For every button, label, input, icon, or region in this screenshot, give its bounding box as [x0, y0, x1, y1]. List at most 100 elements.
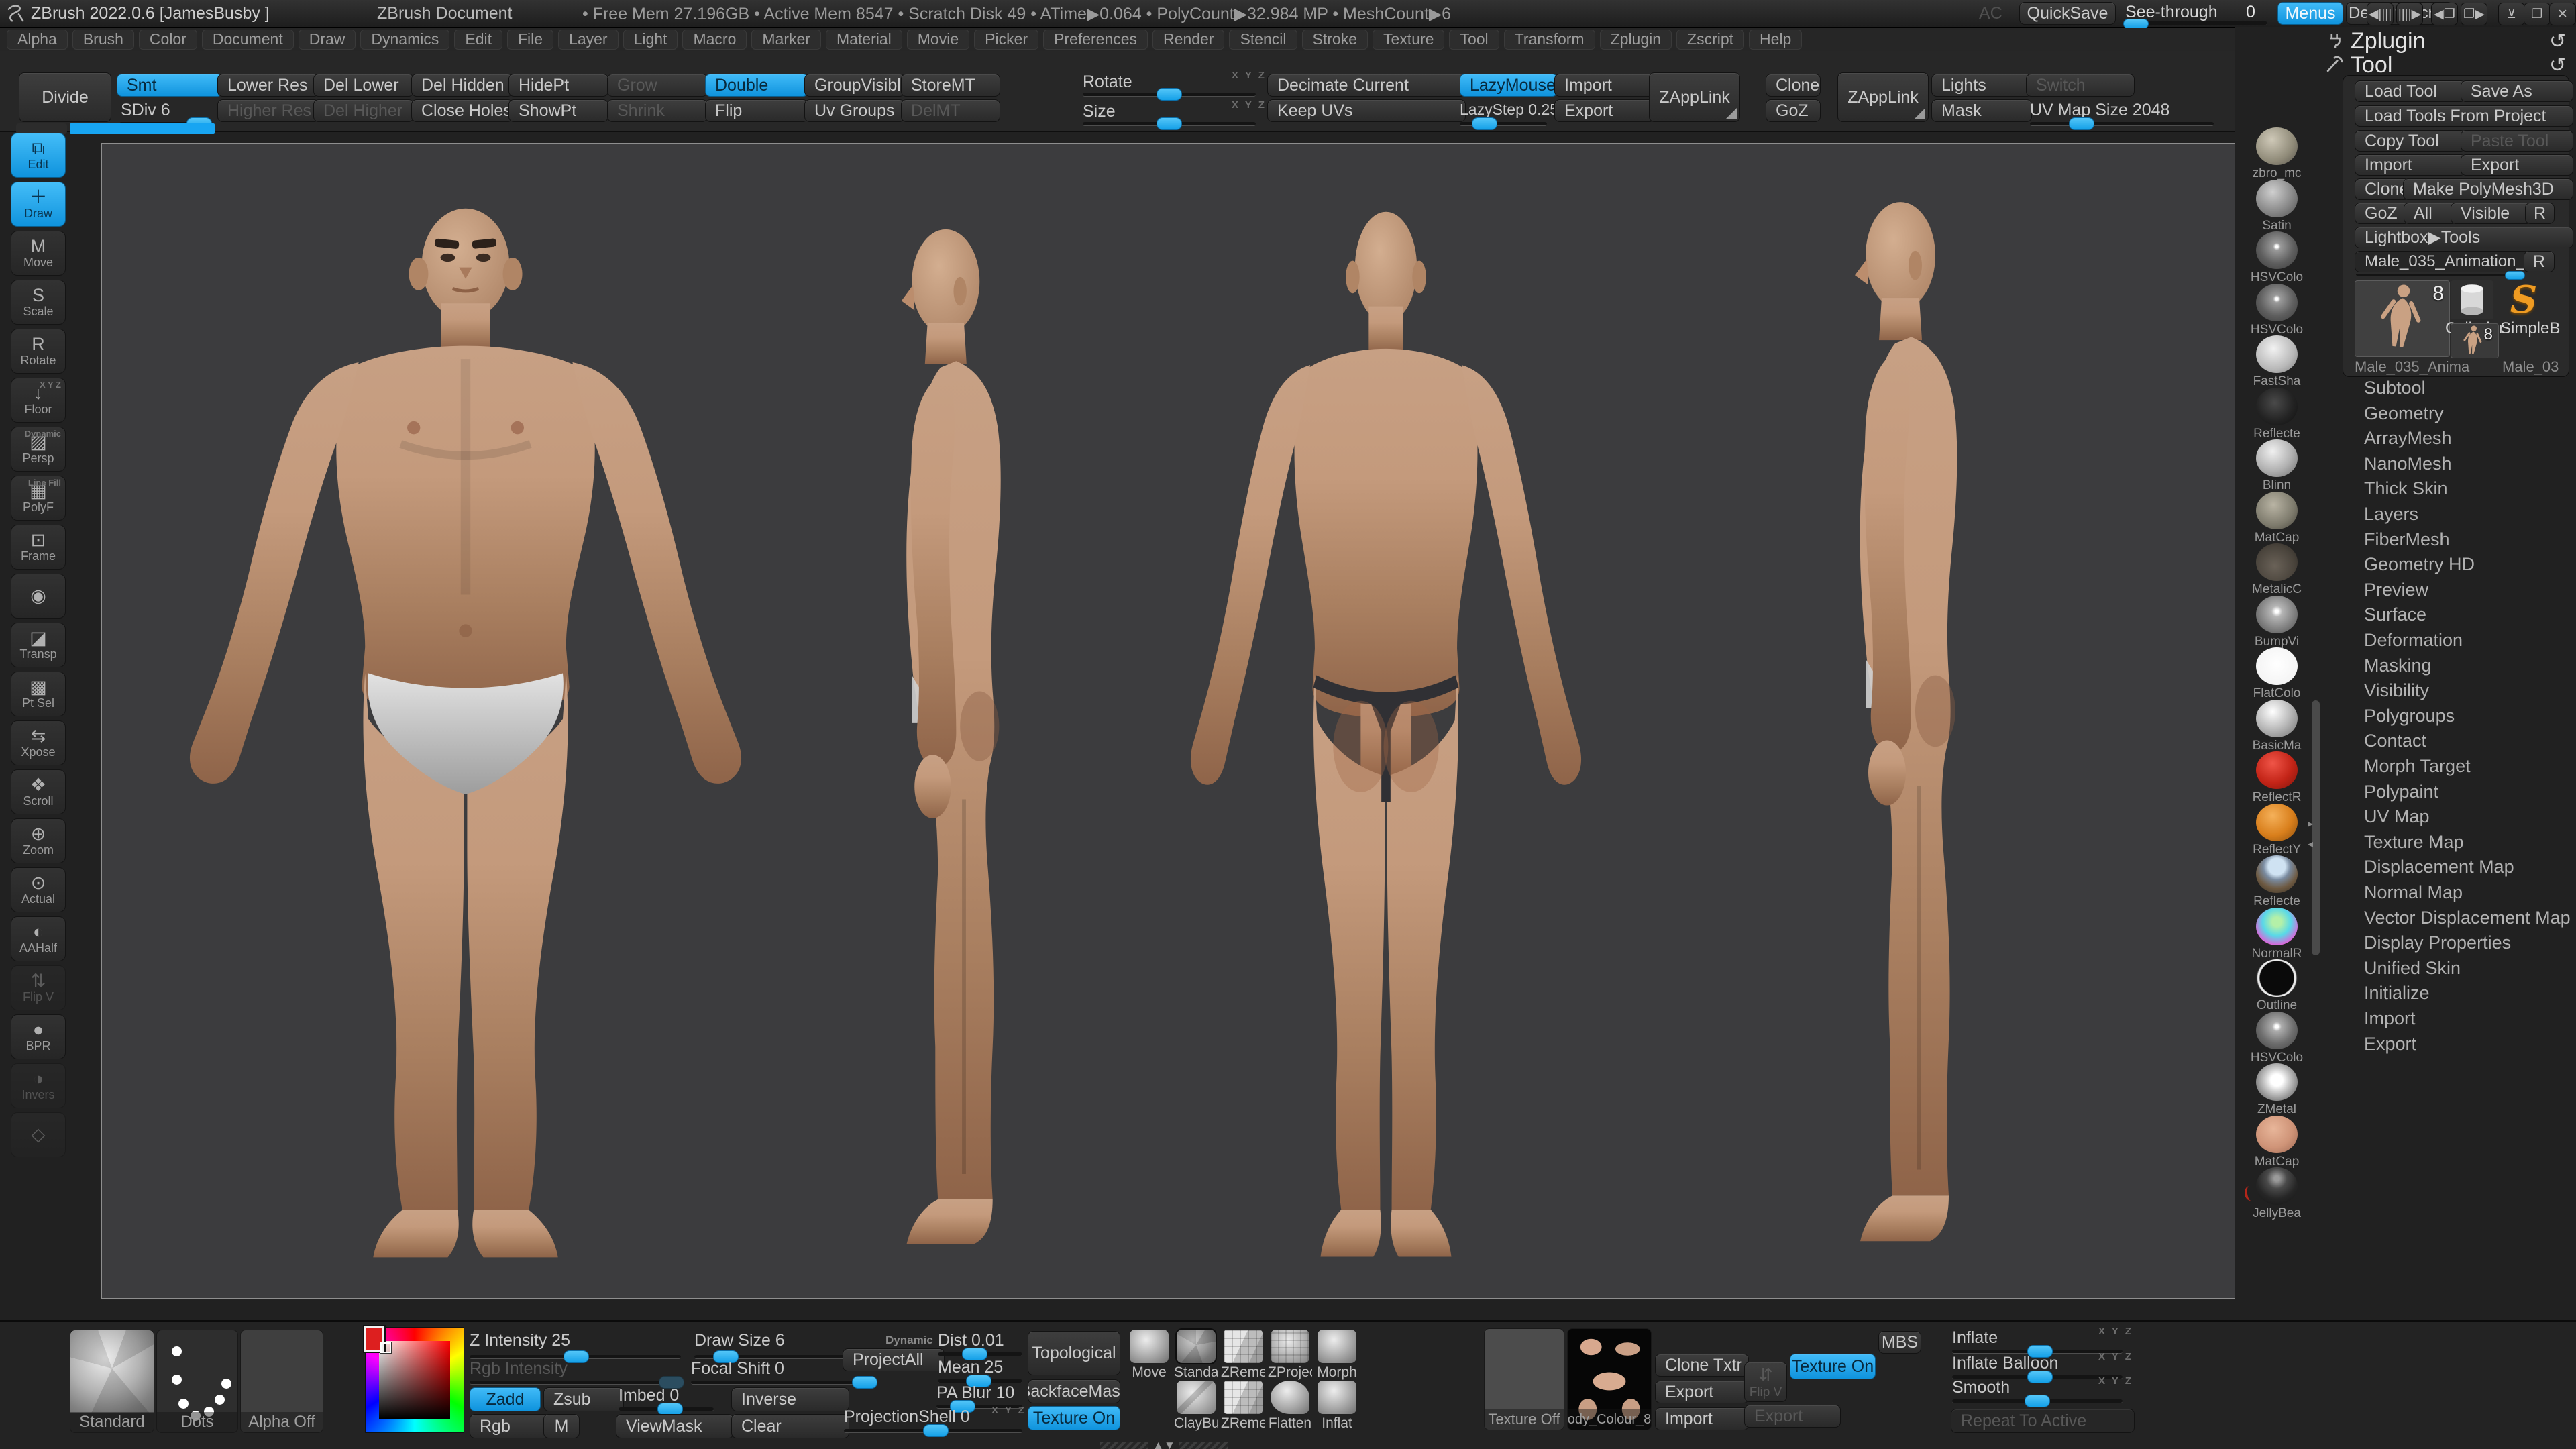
rgb-button[interactable]: Rgb — [470, 1414, 550, 1438]
tool-section-row[interactable]: Morph Target — [2325, 754, 2575, 779]
menu-item[interactable]: Zscript — [1676, 30, 1744, 50]
restore-icon[interactable]: ❐ — [2524, 3, 2551, 25]
uv-map-size-slider[interactable] — [2030, 122, 2214, 126]
inverse-icon[interactable]: ◑ Invers — [11, 1063, 66, 1108]
tool-goz-button[interactable]: GoZ — [2355, 203, 2410, 224]
higher-res-button[interactable]: Higher Res — [217, 99, 319, 122]
hidept-button[interactable]: HidePt — [508, 74, 608, 97]
cube-icon[interactable]: ◇ — [11, 1112, 66, 1157]
menu-item[interactable]: Stencil — [1229, 30, 1297, 50]
body-colour-texture-thumbnail[interactable]: Body_Colour_8K — [1567, 1328, 1652, 1430]
tool-section-row[interactable]: Deformation — [2325, 628, 2575, 653]
load-tools-from-project-button[interactable]: Load Tools From Project — [2355, 105, 2573, 127]
model-back-view[interactable] — [1168, 205, 1604, 1281]
small-tool-thumbnail[interactable]: 8 — [2451, 323, 2499, 358]
focal-shift-slider[interactable] — [691, 1381, 869, 1385]
flip-v-icon[interactable]: ⇅ Flip V — [11, 965, 66, 1010]
viewmask-button[interactable]: ViewMask — [616, 1414, 734, 1438]
material-item[interactable]: FastSha — [2246, 335, 2308, 389]
canvas-top-blue-bar[interactable] — [70, 123, 215, 134]
make-polymesh3d-button[interactable]: Make PolyMesh3D — [2403, 178, 2573, 200]
clone-button[interactable]: Clone — [1766, 74, 1821, 97]
tool-section-row[interactable]: Import — [2325, 1006, 2575, 1031]
lightbox-tools-button[interactable]: Lightbox▶Tools — [2355, 227, 2573, 248]
texture-export2-button[interactable]: Export — [1744, 1405, 1841, 1428]
brush-thumbnail[interactable]: Standard — [70, 1330, 154, 1433]
texture-on-button-2[interactable]: Texture On — [1790, 1354, 1876, 1379]
save-as-button[interactable]: Save As — [2461, 80, 2573, 102]
menu-item[interactable]: Layer — [558, 30, 619, 50]
brush-tile[interactable]: Standar — [1174, 1330, 1218, 1381]
grow-button[interactable]: Grow — [607, 74, 708, 97]
lazystep-slider[interactable] — [1460, 122, 1547, 126]
texture-import-button[interactable]: Import — [1655, 1407, 1749, 1430]
del-hidden-button[interactable]: Del Hidden — [411, 74, 513, 97]
m-button[interactable]: M — [543, 1414, 580, 1438]
menu-item[interactable]: Picker — [974, 30, 1038, 50]
goz-visible-button[interactable]: Visible — [2451, 203, 2532, 224]
shelf-collapse-left-icon[interactable]: ◀|||| — [2367, 3, 2394, 25]
material-item[interactable]: ZMetal — [2246, 1063, 2308, 1117]
bpr-render-icon[interactable]: ● BPR — [11, 1014, 66, 1059]
menu-item[interactable]: File — [507, 30, 553, 50]
menu-item[interactable]: Render — [1152, 30, 1224, 50]
document-canvas[interactable] — [101, 143, 2237, 1299]
brush-tile[interactable]: ZRemes — [1221, 1330, 1265, 1381]
tool-section-row[interactable]: Thick Skin — [2325, 476, 2575, 501]
tool-section-row[interactable]: Export — [2325, 1032, 2575, 1057]
tool-section-row[interactable]: Initialize — [2325, 981, 2575, 1006]
decimate-current-button[interactable]: Decimate Current — [1267, 74, 1466, 97]
rotate-slider[interactable] — [1083, 93, 1256, 97]
goz-all-button[interactable]: All — [2404, 203, 2457, 224]
material-item[interactable]: HSVColo — [2246, 231, 2308, 285]
goz-r-button[interactable]: R — [2525, 203, 2555, 224]
tool-name-slider[interactable] — [2356, 274, 2522, 276]
texture-flip-v-button[interactable]: ⇵ Flip V — [1744, 1362, 1787, 1402]
edit-icon[interactable]: ⧉ Edit — [11, 133, 66, 178]
projectall-button[interactable]: ProjectAll — [843, 1348, 945, 1371]
brush-tile[interactable]: ZRemes — [1221, 1381, 1265, 1432]
transparency-icon[interactable]: ◪ Transp — [11, 623, 66, 667]
groupvisible-button[interactable]: GroupVisible — [804, 74, 905, 97]
copy-tool-button[interactable]: Copy Tool — [2355, 130, 2466, 152]
tool-section-row[interactable]: Unified Skin — [2325, 956, 2575, 981]
material-item[interactable]: HSVColo — [2246, 1012, 2308, 1065]
material-item[interactable]: Satin — [2246, 180, 2308, 233]
shelf-collapse-right-icon[interactable]: ||||▶ — [2396, 3, 2423, 25]
zoom-icon[interactable]: ⊕ Zoom — [11, 818, 66, 863]
color-picker[interactable] — [365, 1327, 464, 1433]
import-button[interactable]: Import — [1554, 74, 1655, 97]
rotate-icon[interactable]: R Rotate — [11, 329, 66, 374]
menu-item[interactable]: Dynamics — [360, 30, 449, 50]
close-icon[interactable]: ✕ — [2549, 3, 2576, 25]
material-item[interactable]: HSVColo — [2246, 284, 2308, 337]
switch-button[interactable]: Switch — [2026, 74, 2135, 97]
repeat-to-active-button[interactable]: Repeat To Active — [1951, 1409, 2135, 1433]
tool-section-row[interactable]: Surface — [2325, 602, 2575, 627]
mbs-button[interactable]: MBS — [1878, 1331, 1921, 1354]
persp-icon[interactable]: Dynamic ▨ Persp — [11, 427, 66, 472]
aahalf-icon[interactable]: ◐ AAHalf — [11, 916, 66, 961]
texture-on-button[interactable]: Texture On — [1028, 1406, 1120, 1430]
material-item[interactable]: MetalicC — [2246, 543, 2308, 597]
menu-item[interactable]: Marker — [751, 30, 821, 50]
goz-button[interactable]: GoZ — [1766, 99, 1821, 122]
lights-button[interactable]: Lights — [1931, 74, 2032, 97]
menu-item[interactable]: Draw — [299, 30, 356, 50]
close-holes-button[interactable]: Close Holes — [411, 99, 513, 122]
menu-item[interactable]: Movie — [907, 30, 969, 50]
zadd-button[interactable]: Zadd — [470, 1387, 541, 1411]
menu-item[interactable]: Light — [623, 30, 678, 50]
menus-toggle-button[interactable]: Menus — [2277, 2, 2343, 25]
lower-res-button[interactable]: Lower Res — [217, 74, 319, 97]
tool-section-row[interactable]: Polypaint — [2325, 780, 2575, 804]
tool-section-row[interactable]: Geometry HD — [2325, 552, 2575, 577]
storemt-button[interactable]: StoreMT — [901, 74, 1000, 97]
dist-slider[interactable] — [938, 1352, 1022, 1356]
double-button[interactable]: Double — [705, 74, 808, 97]
tool-import-button[interactable]: Import — [2355, 154, 2466, 176]
material-item[interactable]: Reflecte — [2246, 855, 2308, 909]
palette-dock-left-icon[interactable]: ◀❐ — [2431, 3, 2458, 25]
rgb-intensity-slider[interactable] — [470, 1381, 681, 1385]
tool-section-row[interactable]: ArrayMesh — [2325, 426, 2575, 451]
